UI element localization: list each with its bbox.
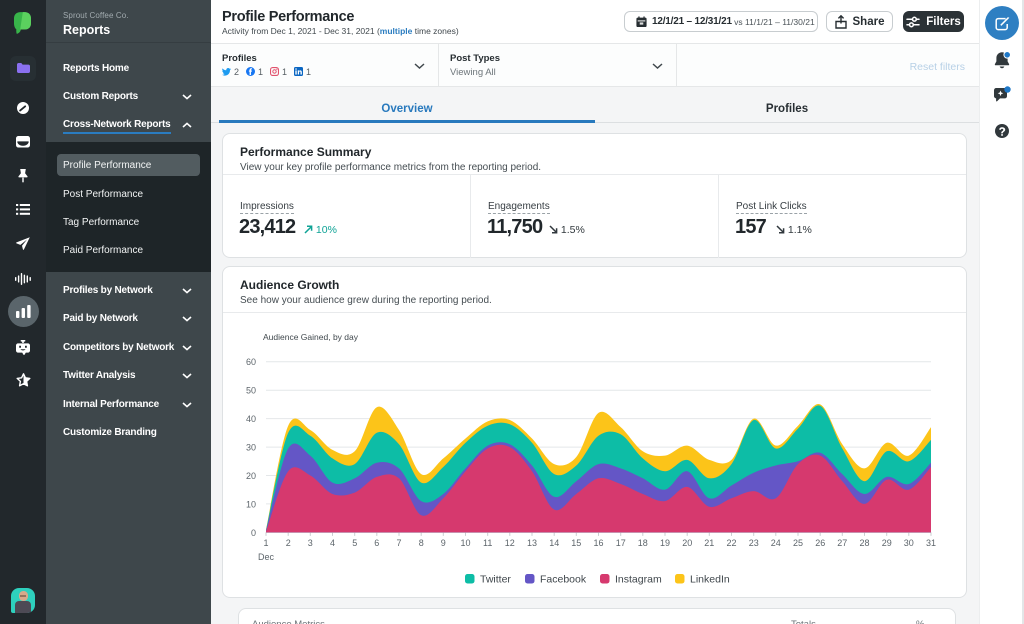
- svg-text:20: 20: [246, 471, 256, 481]
- svg-text:0: 0: [251, 528, 256, 538]
- svg-text:50: 50: [246, 386, 256, 396]
- svg-text:10: 10: [246, 499, 256, 509]
- svg-text:LinkedIn: LinkedIn: [690, 574, 730, 586]
- svg-text:12: 12: [505, 538, 515, 548]
- svg-text:30: 30: [246, 443, 256, 453]
- svg-text:25: 25: [793, 538, 803, 548]
- svg-text:Facebook: Facebook: [540, 574, 587, 586]
- svg-text:19: 19: [660, 538, 670, 548]
- svg-text:13: 13: [527, 538, 537, 548]
- svg-text:1: 1: [263, 538, 268, 548]
- svg-text:60: 60: [246, 357, 256, 367]
- svg-text:3: 3: [308, 538, 313, 548]
- svg-text:24: 24: [771, 538, 781, 548]
- svg-text:27: 27: [837, 538, 847, 548]
- svg-text:6: 6: [374, 538, 379, 548]
- svg-text:Instagram: Instagram: [615, 574, 662, 586]
- svg-text:15: 15: [571, 538, 581, 548]
- svg-text:8: 8: [419, 538, 424, 548]
- svg-text:23: 23: [749, 538, 759, 548]
- svg-text:17: 17: [616, 538, 626, 548]
- svg-text:29: 29: [882, 538, 892, 548]
- svg-text:7: 7: [396, 538, 401, 548]
- svg-text:9: 9: [441, 538, 446, 548]
- svg-text:20: 20: [682, 538, 692, 548]
- svg-text:11: 11: [483, 538, 492, 548]
- svg-text:5: 5: [352, 538, 357, 548]
- svg-text:Dec: Dec: [258, 552, 275, 562]
- svg-text:2: 2: [286, 538, 291, 548]
- svg-text:4: 4: [330, 538, 335, 548]
- svg-text:10: 10: [460, 538, 470, 548]
- svg-text:14: 14: [549, 538, 559, 548]
- svg-text:21: 21: [704, 538, 714, 548]
- svg-text:31: 31: [926, 538, 936, 548]
- svg-text:18: 18: [638, 538, 648, 548]
- svg-text:22: 22: [726, 538, 736, 548]
- svg-text:Audience Gained, by day: Audience Gained, by day: [263, 332, 359, 342]
- svg-text:30: 30: [904, 538, 914, 548]
- svg-text:26: 26: [815, 538, 825, 548]
- svg-text:28: 28: [859, 538, 869, 548]
- svg-text:40: 40: [246, 414, 256, 424]
- svg-text:Twitter: Twitter: [480, 574, 511, 586]
- svg-text:16: 16: [593, 538, 603, 548]
